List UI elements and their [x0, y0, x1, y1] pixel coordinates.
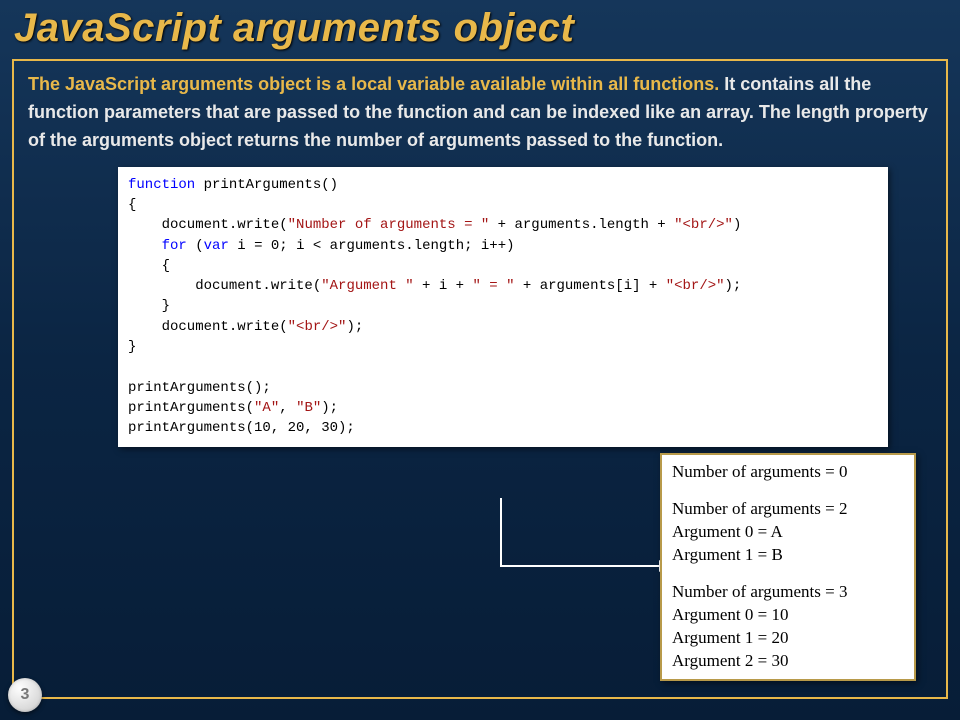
page-number: 3: [21, 686, 30, 704]
output-line: Argument 0 = 10: [672, 604, 896, 627]
content-frame: The JavaScript arguments object is a loc…: [12, 59, 948, 699]
output-box: Number of arguments = 0 Number of argume…: [660, 453, 916, 681]
intro-highlight: The JavaScript arguments object is a loc…: [28, 74, 719, 94]
output-line: Number of arguments = 2: [672, 498, 896, 521]
slide-title: JavaScript arguments object: [0, 0, 960, 55]
output-group-3: Number of arguments = 3 Argument 0 = 10 …: [672, 581, 896, 673]
output-line: Number of arguments = 3: [672, 581, 896, 604]
output-line: Argument 1 = B: [672, 544, 896, 567]
intro-paragraph: The JavaScript arguments object is a loc…: [28, 71, 932, 155]
output-group-1: Number of arguments = 0: [672, 461, 896, 484]
output-group-2: Number of arguments = 2 Argument 0 = A A…: [672, 498, 896, 567]
output-line: Number of arguments = 0: [672, 461, 896, 484]
kw-var: var: [204, 238, 229, 254]
output-line: Argument 0 = A: [672, 521, 896, 544]
arrow-icon: [499, 496, 684, 591]
output-line: Argument 2 = 30: [672, 650, 896, 673]
kw-function: function: [128, 177, 195, 193]
kw-for: for: [162, 238, 187, 254]
output-line: Argument 1 = 20: [672, 627, 896, 650]
page-number-badge: 3: [8, 678, 42, 712]
code-block: function printArguments() { document.wri…: [118, 167, 888, 447]
